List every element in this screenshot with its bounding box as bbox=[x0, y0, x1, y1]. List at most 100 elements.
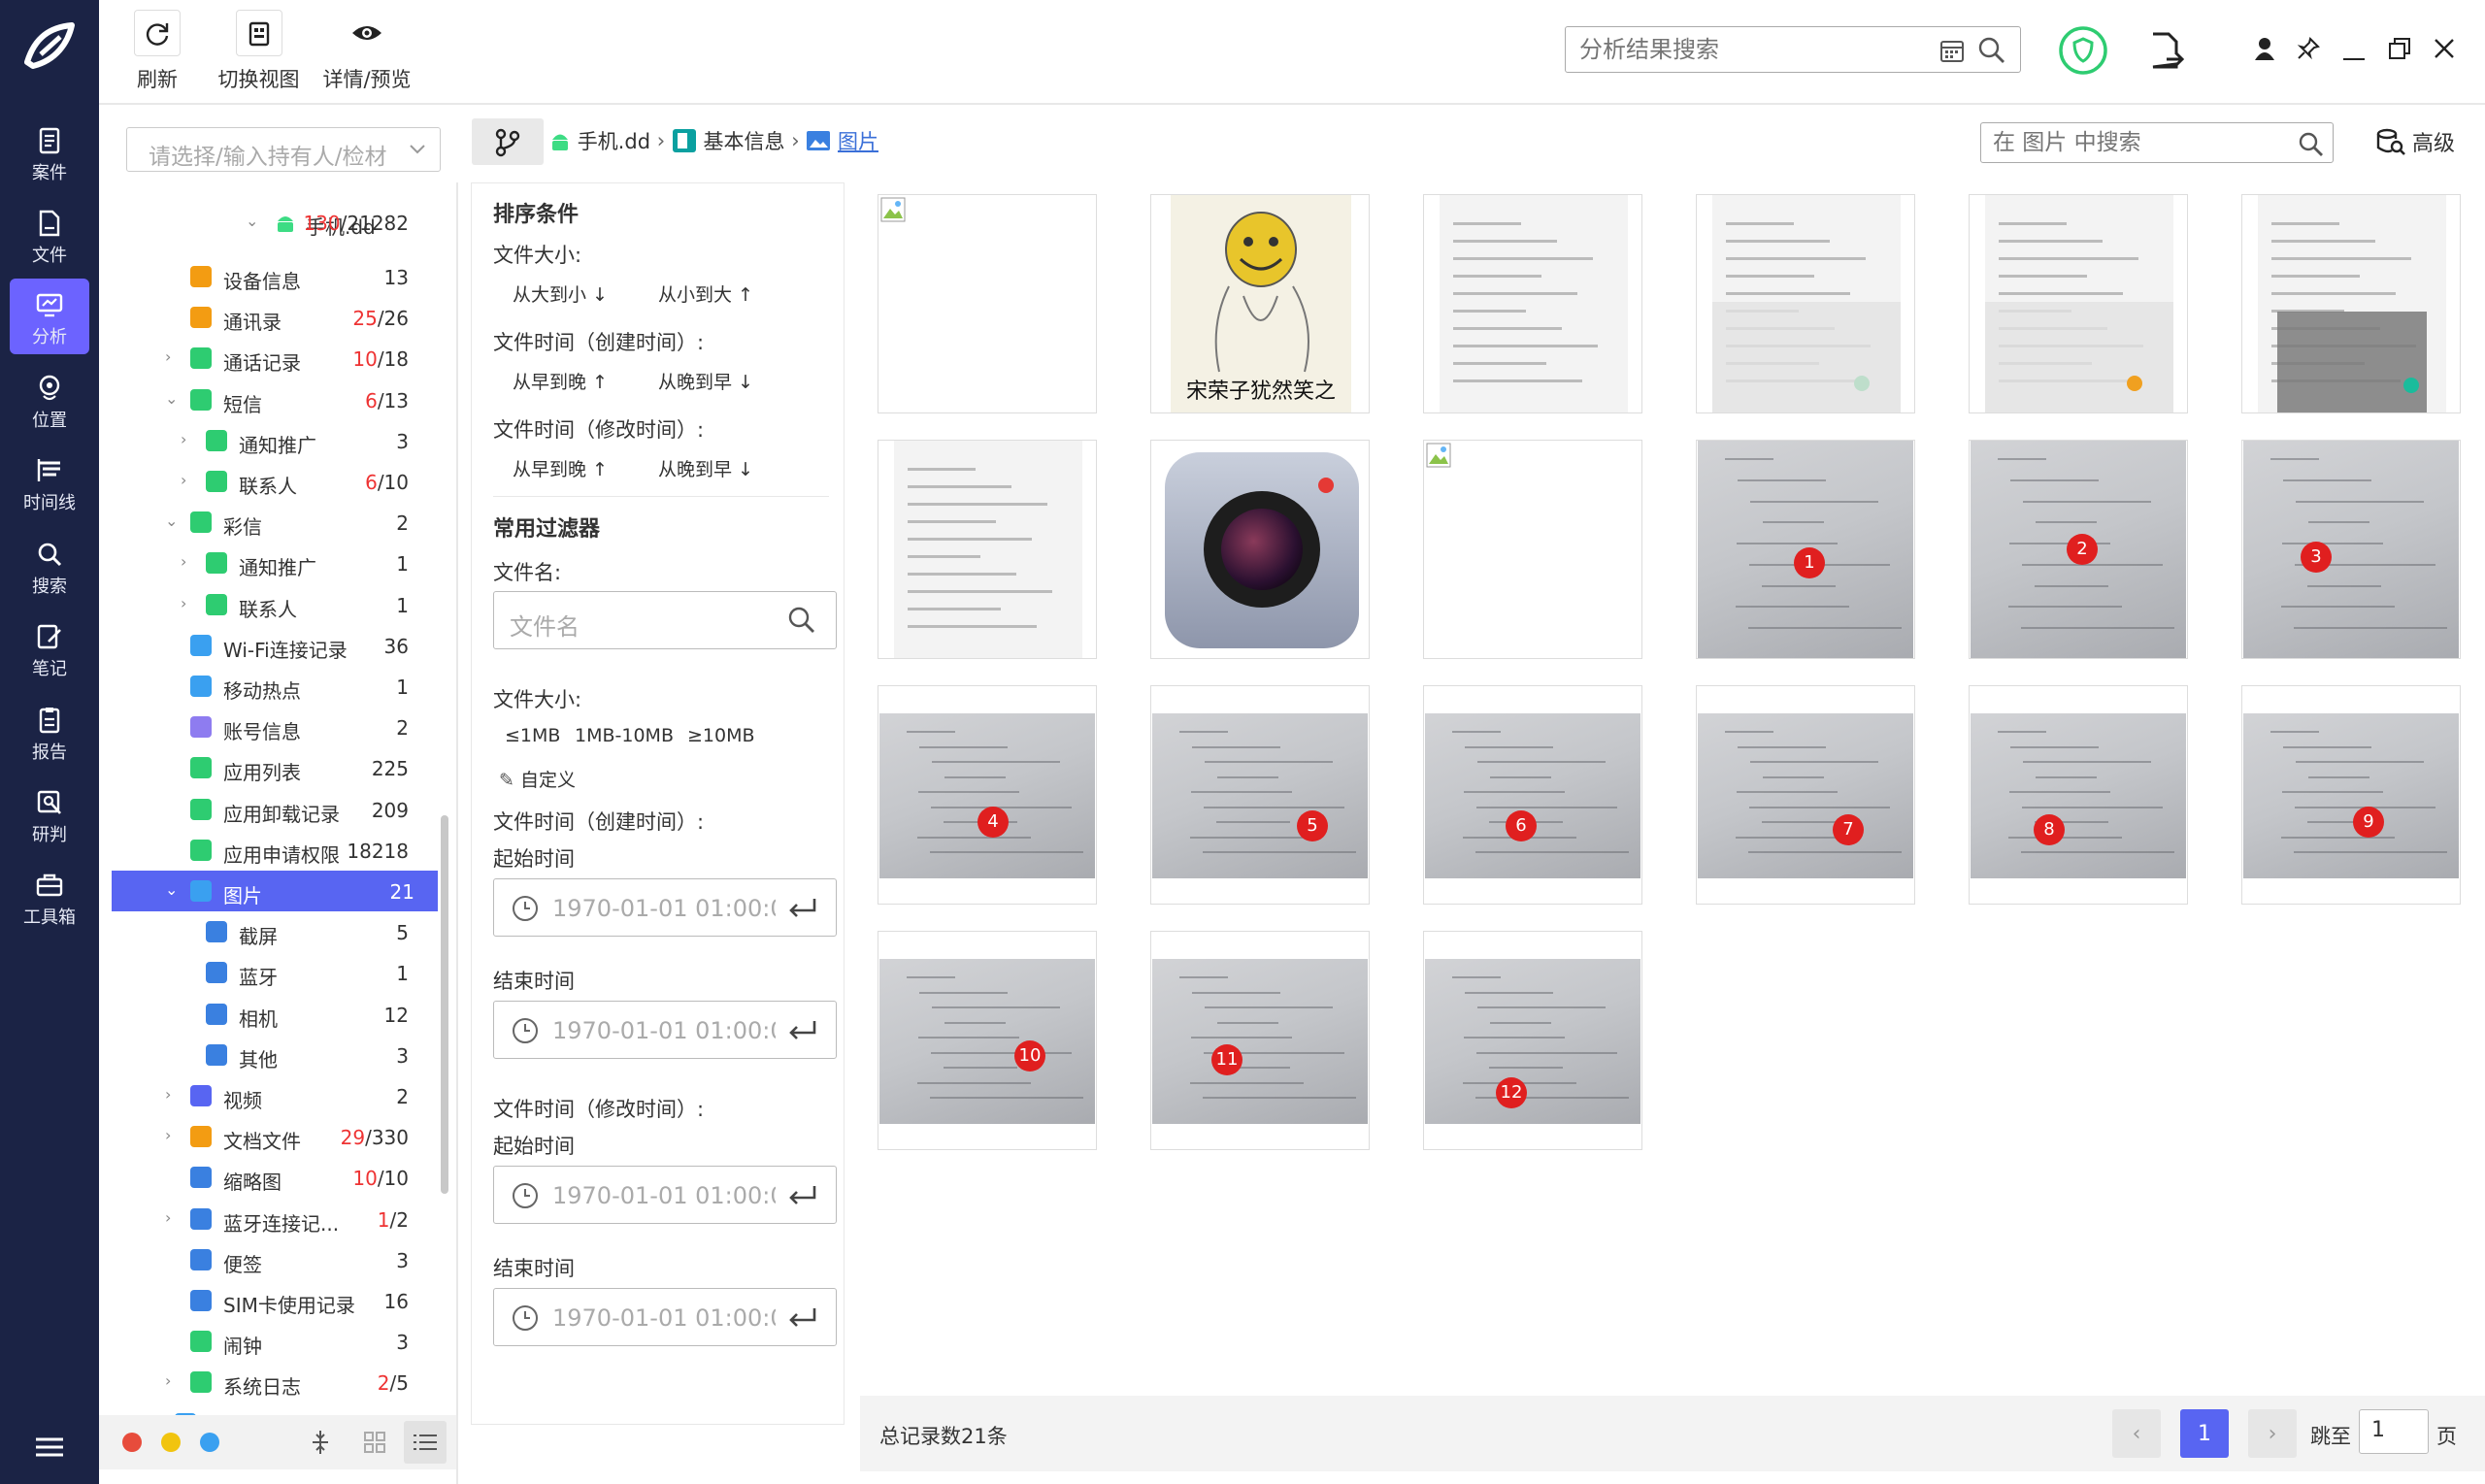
chevron-right-icon[interactable]: › bbox=[165, 1085, 171, 1104]
tree-item[interactable]: › 通知推广 1 bbox=[112, 543, 432, 583]
chevron-down-icon[interactable]: ⌄ bbox=[165, 880, 178, 899]
image-thumbnail[interactable]: 10 bbox=[878, 931, 1097, 1150]
chevron-right-icon[interactable]: › bbox=[181, 552, 186, 571]
advanced-search-button[interactable]: 高级 bbox=[2376, 126, 2455, 161]
chevron-right-icon[interactable]: › bbox=[165, 1126, 171, 1144]
shield-status-icon[interactable] bbox=[2058, 25, 2108, 76]
tree-item[interactable]: › 文档文件 29/330 bbox=[112, 1116, 432, 1157]
switch-view-button[interactable]: 切换视图 bbox=[208, 10, 310, 93]
chevron-right-icon[interactable]: › bbox=[165, 347, 171, 366]
enter-icon[interactable] bbox=[787, 1184, 818, 1207]
chevron-right-icon[interactable]: › bbox=[165, 1208, 171, 1227]
user-icon[interactable] bbox=[2254, 37, 2275, 60]
rail-report[interactable]: 报告 bbox=[10, 694, 89, 770]
grid-view-icon[interactable] bbox=[363, 1431, 386, 1454]
breadcrumb-device[interactable]: 手机.dd bbox=[578, 130, 650, 153]
sort-ctime-desc[interactable]: 从晚到早 ↓ bbox=[658, 368, 753, 394]
tree-item[interactable]: 闹钟 3 bbox=[112, 1321, 432, 1362]
close-icon[interactable] bbox=[2433, 37, 2456, 60]
search-icon[interactable] bbox=[2298, 131, 2325, 158]
search-icon[interactable] bbox=[1977, 36, 2006, 65]
chevron-right-icon[interactable]: › bbox=[165, 1371, 171, 1390]
chevron-right-icon[interactable]: › bbox=[181, 594, 186, 612]
tree-item[interactable]: › 系统日志 2/5 bbox=[112, 1362, 432, 1402]
ctime-start-input[interactable]: 1970-01-01 01:00:00 bbox=[493, 878, 837, 937]
tree-item[interactable]: 应用申请权限 18218 bbox=[112, 830, 432, 871]
tree-item[interactable]: ⌄ 彩信 2 bbox=[112, 502, 432, 543]
rail-analysis[interactable]: 分析 bbox=[10, 279, 89, 354]
blue-dot-icon[interactable] bbox=[200, 1433, 219, 1452]
tree-item[interactable]: Wi-Fi连接记录 36 bbox=[112, 625, 432, 666]
image-search-box[interactable] bbox=[1980, 122, 2334, 163]
image-search-input[interactable] bbox=[1993, 129, 2274, 156]
page-1-button[interactable]: 1 bbox=[2180, 1409, 2229, 1458]
filename-input[interactable]: 文件名 bbox=[493, 591, 837, 649]
prev-page-button[interactable]: ‹ bbox=[2112, 1409, 2161, 1458]
image-thumbnail[interactable]: 8 bbox=[1969, 685, 2188, 905]
image-thumbnail[interactable]: 9 bbox=[2241, 685, 2461, 905]
rail-file[interactable]: 文件 bbox=[10, 197, 89, 273]
tree-item[interactable]: › 通话记录 10/18 bbox=[112, 338, 432, 379]
image-thumbnail[interactable]: 11 bbox=[1150, 931, 1370, 1150]
sort-mtime-desc[interactable]: 从晚到早 ↓ bbox=[658, 455, 753, 481]
tree-item[interactable]: 账号信息 2 bbox=[112, 707, 432, 747]
image-thumbnail[interactable]: 7 bbox=[1696, 685, 1915, 905]
rail-toolbox[interactable]: 工具箱 bbox=[10, 859, 89, 935]
rail-research[interactable]: 研判 bbox=[10, 776, 89, 852]
analysis-search-box[interactable] bbox=[1565, 26, 2021, 73]
enter-icon[interactable] bbox=[787, 1306, 818, 1330]
collapse-all-icon[interactable] bbox=[311, 1429, 330, 1456]
enter-icon[interactable] bbox=[787, 897, 818, 920]
tree-item[interactable]: ⌄ 短信 6/13 bbox=[112, 379, 432, 420]
sort-mtime-asc[interactable]: 从早到晚 ↑ bbox=[513, 455, 608, 481]
tree-item[interactable]: 便签 3 bbox=[112, 1239, 432, 1280]
size-option-small[interactable]: ≤1MB bbox=[505, 725, 560, 746]
details-preview-button[interactable]: 详情/预览 bbox=[299, 10, 435, 93]
rail-search[interactable]: 搜索 bbox=[10, 528, 89, 604]
chevron-down-icon[interactable]: ⌄ bbox=[165, 511, 178, 530]
pin-icon[interactable] bbox=[2297, 37, 2320, 60]
rail-location[interactable]: 位置 bbox=[10, 362, 89, 438]
image-thumbnail[interactable]: 12 bbox=[1423, 931, 1642, 1150]
tree-item[interactable]: › 通知推广 3 bbox=[112, 420, 432, 461]
export-icon[interactable] bbox=[2149, 31, 2185, 70]
image-thumbnail[interactable] bbox=[1969, 194, 2188, 413]
image-thumbnail[interactable]: 4 bbox=[878, 685, 1097, 905]
branch-button[interactable] bbox=[472, 118, 544, 165]
minimize-icon[interactable] bbox=[2343, 47, 2365, 60]
mtime-end-input[interactable]: 1970-01-01 01:00:00 bbox=[493, 1288, 837, 1346]
list-view-button[interactable] bbox=[404, 1421, 447, 1464]
chevron-right-icon[interactable]: › bbox=[181, 471, 186, 489]
enter-icon[interactable] bbox=[787, 1019, 818, 1042]
sort-size-asc[interactable]: 从小到大 ↑ bbox=[658, 280, 753, 307]
rail-timeline[interactable]: 时间线 bbox=[10, 445, 89, 520]
image-thumbnail[interactable]: 5 bbox=[1150, 685, 1370, 905]
tree-item[interactable]: SIM卡使用记录 16 bbox=[112, 1280, 432, 1321]
tree-item[interactable]: 移动热点 1 bbox=[112, 666, 432, 707]
menu-icon[interactable] bbox=[35, 1436, 64, 1458]
size-option-medium[interactable]: 1MB-10MB bbox=[575, 725, 674, 746]
tree-item[interactable]: 蓝牙 1 bbox=[112, 952, 432, 993]
mtime-start-input[interactable]: 1970-01-01 01:00:00 bbox=[493, 1166, 837, 1224]
search-icon[interactable] bbox=[787, 606, 816, 635]
rail-case[interactable]: 案件 bbox=[10, 115, 89, 190]
tree-item[interactable]: 应用卸载记录 209 bbox=[112, 789, 432, 830]
image-thumbnail[interactable]: 1 bbox=[1696, 440, 1915, 659]
breadcrumb-current[interactable]: 图片 bbox=[838, 130, 878, 153]
red-dot-icon[interactable] bbox=[122, 1433, 142, 1452]
image-thumbnail[interactable] bbox=[1150, 440, 1370, 659]
tree-item[interactable]: › 联系人 6/10 bbox=[112, 461, 432, 502]
image-thumbnail[interactable] bbox=[2241, 194, 2461, 413]
chevron-right-icon[interactable]: › bbox=[181, 430, 186, 448]
tree-item[interactable]: 应用列表 225 bbox=[112, 747, 432, 788]
tree-scrollbar[interactable] bbox=[441, 815, 448, 1194]
yellow-dot-icon[interactable] bbox=[161, 1433, 181, 1452]
size-option-custom[interactable]: ✎ 自定义 bbox=[499, 766, 576, 792]
image-thumbnail[interactable]: 2 bbox=[1969, 440, 2188, 659]
tree-root[interactable]: ⌄ 手机.dd 130/21282 bbox=[112, 202, 432, 243]
tree-item[interactable]: › 蓝牙连接记... 1/2 bbox=[112, 1199, 432, 1239]
image-thumbnail[interactable] bbox=[1423, 194, 1642, 413]
tree-item[interactable]: ⌄ 图片 21 bbox=[112, 871, 438, 911]
image-thumbnail[interactable] bbox=[878, 440, 1097, 659]
chevron-down-icon[interactable]: ⌄ bbox=[165, 389, 178, 408]
